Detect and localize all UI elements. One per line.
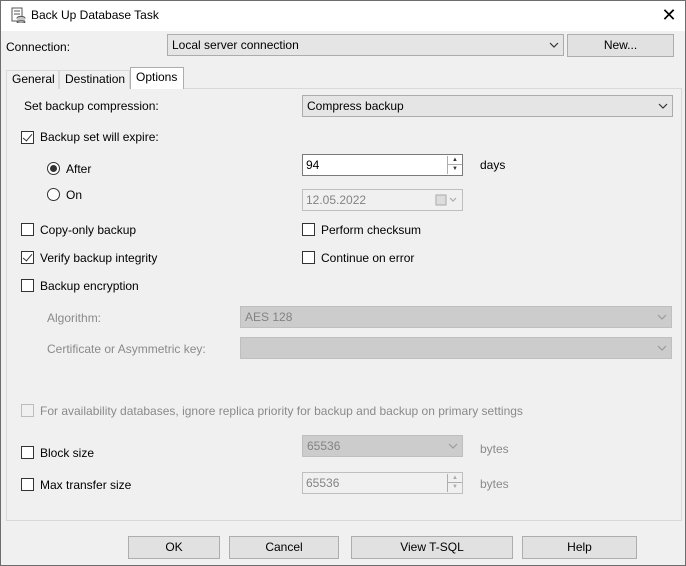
window-title: Back Up Database Task (31, 8, 159, 22)
spin-up-icon[interactable]: ▲ (448, 156, 462, 165)
compression-value: Compress backup (307, 99, 404, 113)
block-size-combo: 65536 (302, 435, 463, 457)
copy-only-checkbox[interactable] (21, 223, 34, 236)
close-icon[interactable]: ✕ (655, 2, 683, 28)
max-transfer-label: Max transfer size (40, 478, 132, 492)
database-task-icon (11, 7, 26, 23)
new-connection-button[interactable]: New... (567, 34, 674, 57)
spin-down-icon[interactable]: ▼ (448, 165, 462, 174)
chevron-down-icon (549, 42, 559, 48)
block-size-unit: bytes (480, 442, 509, 456)
after-label: After (66, 162, 92, 176)
spin-up-icon: ▲ (448, 474, 462, 483)
on-date-value: 12.05.2022 (306, 193, 367, 207)
block-size-value: 65536 (307, 439, 341, 453)
block-size-checkbox[interactable] (21, 446, 34, 459)
verify-checkbox[interactable] (21, 251, 34, 264)
spin-down-icon: ▼ (452, 484, 458, 490)
chevron-down-icon (448, 443, 458, 449)
on-radio[interactable] (47, 188, 60, 201)
cancel-button[interactable]: Cancel (229, 536, 339, 559)
encryption-label: Backup encryption (40, 279, 139, 293)
encryption-checkbox[interactable] (21, 279, 34, 292)
max-transfer-input: 65536 ▲ ▼ (302, 472, 463, 494)
expire-label: Backup set will expire: (40, 130, 159, 144)
compression-label: Set backup compression: (24, 99, 159, 113)
continue-on-error-checkbox[interactable] (302, 251, 315, 264)
tab-destination[interactable]: Destination (59, 70, 130, 89)
chevron-down-icon (657, 314, 667, 320)
days-label: days (480, 158, 506, 172)
chevron-down-icon (657, 345, 667, 351)
availability-checkbox (21, 404, 34, 417)
max-transfer-spinner: ▲ ▼ (447, 474, 462, 492)
availability-label: For availability databases, ignore repli… (40, 404, 523, 418)
days-spinner[interactable]: ▲ ▼ (447, 156, 462, 174)
max-transfer-checkbox[interactable] (21, 478, 34, 491)
algorithm-label: Algorithm: (47, 311, 102, 325)
max-transfer-unit: bytes (480, 477, 509, 491)
on-label: On (66, 188, 83, 202)
tab-options[interactable]: Options (130, 67, 184, 90)
view-tsql-button[interactable]: View T-SQL (351, 536, 513, 559)
connection-combo[interactable]: Local server connection (167, 34, 564, 56)
checksum-checkbox[interactable] (302, 223, 315, 236)
expire-checkbox[interactable] (21, 131, 34, 144)
checksum-label: Perform checksum (321, 223, 422, 237)
on-date-picker: 12.05.2022 (302, 189, 463, 211)
ok-button[interactable]: OK (128, 536, 220, 559)
chevron-down-icon (658, 103, 668, 109)
compression-combo[interactable]: Compress backup (302, 95, 673, 117)
after-days-input[interactable]: 94 ▲ ▼ (302, 154, 463, 176)
certificate-label: Certificate or Asymmetric key: (47, 342, 206, 356)
help-button[interactable]: Help (522, 536, 637, 559)
algorithm-combo: AES 128 (240, 306, 672, 328)
connection-value: Local server connection (172, 38, 299, 52)
algorithm-value: AES 128 (245, 310, 293, 324)
certificate-combo (240, 337, 672, 359)
block-size-label: Block size (40, 446, 95, 460)
copy-only-label: Copy-only backup (40, 223, 137, 237)
after-radio[interactable] (47, 162, 60, 175)
max-transfer-value: 65536 (306, 476, 340, 490)
continue-on-error-label: Continue on error (321, 251, 415, 265)
verify-label: Verify backup integrity (40, 251, 158, 265)
calendar-icon (435, 194, 457, 206)
connection-label: Connection: (6, 40, 71, 54)
after-days-value: 94 (306, 158, 320, 172)
tab-general[interactable]: General (6, 70, 59, 89)
